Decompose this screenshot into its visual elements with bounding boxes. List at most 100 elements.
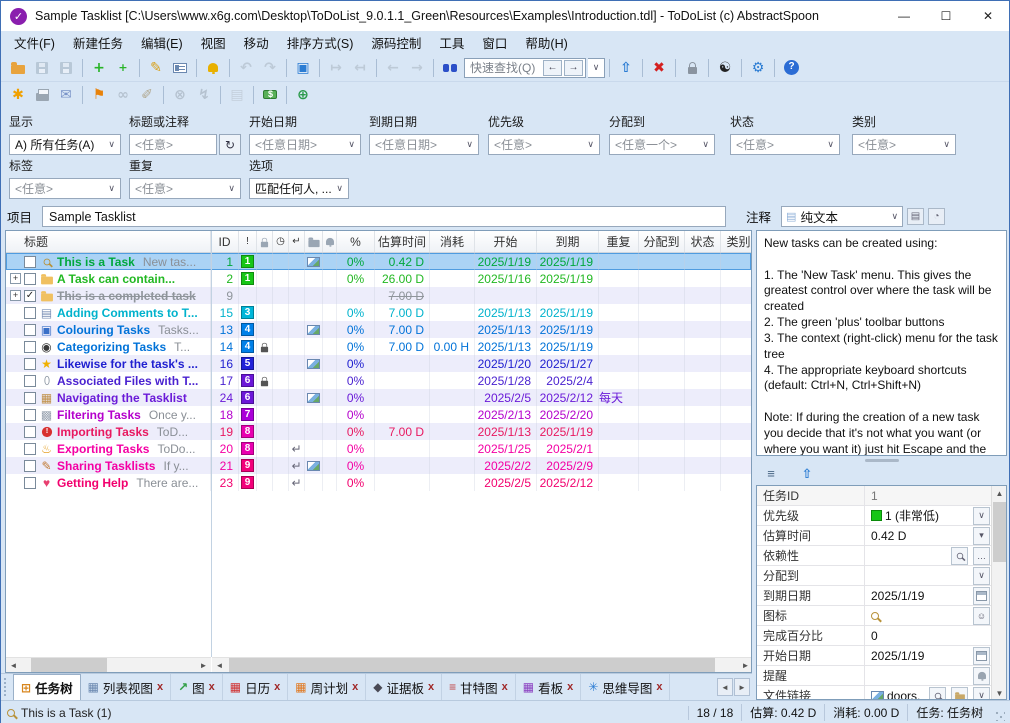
send-email-button[interactable]: ✉ [54, 84, 78, 106]
print-button[interactable] [30, 84, 54, 106]
attribute-value-file-link[interactable]: doors.jpg∨ [865, 686, 1006, 700]
task-checkbox[interactable]: ✓ [24, 290, 36, 302]
title-h-scrollbar[interactable]: ◄ ► [6, 657, 211, 672]
tab-close-icon[interactable]: x [209, 681, 215, 693]
menu-item-view[interactable]: 视图 [192, 30, 235, 55]
dropdown-button[interactable]: ∨ [973, 567, 990, 585]
quick-find-dropdown[interactable]: ∨ [588, 58, 605, 78]
tab-list-view[interactable]: ▦列表视图x [81, 674, 171, 700]
scroll-up-icon[interactable]: ▲ [992, 486, 1007, 501]
right-panel-splitter[interactable] [756, 458, 1007, 463]
set-reminder-button[interactable] [201, 57, 225, 79]
task-checkbox[interactable] [24, 392, 36, 404]
attribute-value-task-id[interactable]: 1 [865, 486, 1006, 505]
view-file-button[interactable] [929, 687, 946, 701]
app-icon[interactable]: ✓ [10, 8, 27, 25]
filter-title-or-comments-input[interactable]: <任意> [129, 134, 217, 155]
sort-tasks-button[interactable]: ⇧ [614, 57, 638, 79]
column-header-recurrence-text[interactable]: 重复 [599, 231, 639, 252]
column-header-priority[interactable]: ! [239, 231, 257, 252]
resize-grip[interactable] [995, 711, 1005, 721]
browse-button[interactable]: … [973, 547, 990, 565]
preferences-button[interactable]: ⚙ [746, 57, 770, 79]
column-header-time-spent[interactable]: 消耗 [430, 231, 475, 252]
calendar-button[interactable] [973, 587, 990, 605]
column-header-due-date[interactable]: 到期 [537, 231, 599, 252]
tab-drag-grip[interactable] [4, 678, 9, 696]
comments-layout-button[interactable]: ▤ [907, 208, 924, 225]
menu-item-sort-by[interactable]: 排序方式(S) [278, 30, 363, 55]
link-task-button[interactable]: ∞ [111, 84, 135, 106]
column-header-start-date[interactable]: 开始 [475, 231, 537, 252]
task-checkbox[interactable] [24, 341, 36, 353]
attributes-v-scrollbar[interactable]: ▲ ▼ [991, 486, 1006, 700]
tab-week-planner[interactable]: ▦周计划x [288, 674, 366, 700]
task-row[interactable]: ◉Categorizing TasksT...1440%7.00 D0.00 H… [6, 338, 751, 355]
filter-status-select[interactable]: <任意>∨ [730, 134, 840, 155]
comments-ontop-button[interactable]: ◔ [928, 208, 945, 225]
scroll-left-icon[interactable]: ◄ [6, 658, 21, 673]
attribute-value-due-date[interactable]: 2025/1/19 [865, 586, 1006, 605]
task-checkbox[interactable] [24, 358, 36, 370]
expand-icon[interactable]: + [10, 290, 21, 301]
column-header-percent[interactable]: % [337, 231, 375, 252]
scroll-right-icon[interactable]: ► [196, 658, 211, 673]
task-checkbox[interactable] [24, 256, 36, 268]
quick-find-prev-button[interactable]: ← [543, 60, 562, 76]
dropdown-button[interactable]: ▾ [973, 527, 990, 545]
task-row[interactable]: Associated Files with T...1760%2025/1/28… [6, 372, 751, 389]
dropdown-button[interactable]: ∨ [973, 687, 990, 701]
task-checkbox[interactable] [24, 307, 36, 319]
maximize-view-button[interactable]: ▣ [291, 57, 315, 79]
scrollbar-thumb[interactable] [31, 658, 107, 673]
column-header-time-estimate[interactable]: 估算时间 [375, 231, 430, 252]
task-log-button[interactable]: ▤ [225, 84, 249, 106]
tab-close-icon[interactable]: x [157, 681, 163, 693]
cleanup-button[interactable]: ✐ [135, 84, 159, 106]
menu-item-window[interactable]: 窗口 [473, 30, 516, 55]
tab-task-tree[interactable]: ⊞任务树 [13, 674, 81, 700]
new-task-button[interactable]: + [87, 57, 111, 79]
attribute-value-time-estimate[interactable]: 0.42 D▾ [865, 526, 1006, 545]
attribute-value-priority[interactable]: 1 (非常低)∨ [865, 506, 1006, 525]
lookup-button[interactable] [951, 547, 968, 565]
column-header-allocated-to[interactable]: 分配到 [639, 231, 685, 252]
filter-show-select[interactable]: A) 所有任务(A)∨ [9, 134, 121, 155]
column-header-category[interactable]: 类别 [721, 231, 752, 252]
filter-due-date-select[interactable]: <任意日期>∨ [369, 134, 479, 155]
tab-close-icon[interactable]: x [502, 681, 508, 693]
save-all-button[interactable] [54, 57, 78, 79]
column-header-file-link[interactable] [305, 231, 323, 252]
attribute-value-percent-done[interactable]: 0 [865, 626, 1006, 645]
task-row[interactable]: +A Task can contain...210%26.00 D2025/1/… [6, 270, 751, 287]
task-row[interactable]: ♥Getting HelpThere are...239↵0%2025/2/52… [6, 474, 751, 491]
menu-item-tools[interactable]: 工具 [430, 30, 473, 55]
prev-task-button[interactable]: ← [381, 57, 405, 79]
attribute-value-icon[interactable]: ☺ [865, 606, 1006, 625]
lock-tasklist-button[interactable] [680, 57, 704, 79]
find-tasks-button[interactable] [438, 57, 462, 79]
scroll-right-icon[interactable]: ► [738, 658, 752, 673]
tab-close-icon[interactable]: x [428, 681, 434, 693]
next-task-button[interactable]: → [405, 57, 429, 79]
task-card-button[interactable] [168, 57, 192, 79]
task-row[interactable]: ★Likewise for the task's ...1650%2025/1/… [6, 355, 751, 372]
scrollbar-thumb[interactable] [993, 502, 1006, 562]
task-checkbox[interactable] [24, 324, 36, 336]
undo-button[interactable]: ↶ [234, 57, 258, 79]
task-row[interactable]: ▦Navigating the Tasklist2460%2025/2/5202… [6, 389, 751, 406]
stop-tracking-button[interactable]: ⊗ [168, 84, 192, 106]
filter-priority-select[interactable]: <任意>∨ [488, 134, 600, 155]
filter-allocated-to-select[interactable]: <任意一个>∨ [609, 134, 715, 155]
toggle-sorting-button[interactable]: ⇧ [795, 463, 819, 485]
tab-gantt[interactable]: ≡甘特图x [442, 674, 516, 700]
tab-evidence-board[interactable]: ◆证据板x [366, 674, 442, 700]
filter-start-date-select[interactable]: <任意日期>∨ [249, 134, 361, 155]
browse-web-button[interactable]: ⊕ [291, 84, 315, 106]
outdent-task-button[interactable]: ↤ [348, 57, 372, 79]
tabs-scroll-left-icon[interactable]: ◄ [717, 678, 733, 696]
tab-close-icon[interactable]: x [352, 681, 358, 693]
tab-mind-map[interactable]: ✳思维导图x [581, 674, 670, 700]
attribute-value-allocated-to[interactable]: ∨ [865, 566, 1006, 585]
column-header-status[interactable]: 状态 [685, 231, 721, 252]
